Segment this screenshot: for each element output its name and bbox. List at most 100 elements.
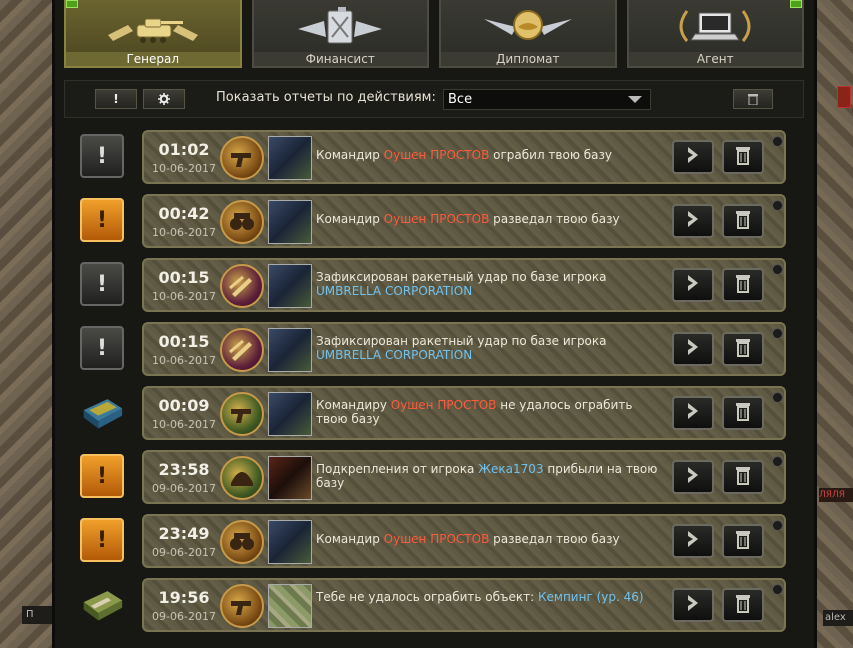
action-filter-select[interactable]: Все [443, 89, 651, 110]
report-message: Командиру Оушен ПРОСТОВ не удалось ограб… [316, 398, 666, 426]
open-report-button[interactable] [672, 588, 714, 622]
report-message-text: Командиру [316, 398, 391, 412]
report-player-link[interactable]: Оушен ПРОСТОВ [391, 398, 497, 412]
open-report-button[interactable] [672, 204, 714, 238]
chevron-right-icon [685, 210, 701, 232]
binoculars-medal-icon [220, 520, 264, 564]
filter-label: Показать отчеты по действиям: [216, 90, 436, 105]
report-player-link[interactable]: UMBRELLA CORPORATION [316, 348, 472, 362]
open-report-button[interactable] [672, 140, 714, 174]
report-player-link[interactable]: Оушен ПРОСТОВ [384, 148, 490, 162]
report-timestamp: 00:42 10-06-2017 [148, 200, 220, 244]
trash-icon [735, 465, 751, 489]
plus-badge [66, 0, 78, 8]
select-report-toggle[interactable] [772, 520, 783, 531]
trash-icon [735, 337, 751, 361]
report-card[interactable]: 00:15 10-06-2017 Зафиксирован ракетный уда… [142, 322, 786, 376]
select-report-toggle[interactable] [772, 584, 783, 595]
trash-icon [747, 90, 759, 109]
select-report-toggle[interactable] [772, 136, 783, 147]
tab-general[interactable]: Генерал [64, 0, 242, 68]
report-card[interactable]: 23:58 09-06-2017 Подкрепления от игрока Же… [142, 450, 786, 504]
open-report-button[interactable] [672, 332, 714, 366]
open-report-button[interactable] [672, 268, 714, 302]
report-card[interactable]: 00:15 10-06-2017 Зафиксирован ракетный уда… [142, 258, 786, 312]
trash-icon [735, 209, 751, 233]
report-card[interactable]: 00:42 10-06-2017 Командир Оушен ПРОСТОВ ра… [142, 194, 786, 248]
report-player-link[interactable]: Оушен ПРОСТОВ [384, 212, 490, 226]
action-filter-value: Все [448, 92, 473, 107]
report-date: 09-06-2017 [152, 482, 216, 495]
tab-agent[interactable]: Агент [626, 0, 804, 68]
trash-icon [735, 273, 751, 297]
soldier-avatar [268, 200, 312, 244]
soldier-avatar [268, 328, 312, 372]
open-report-button[interactable] [672, 524, 714, 558]
tab-agent-label: Агент [628, 52, 802, 66]
chevron-right-icon [685, 338, 701, 360]
delete-report-button[interactable] [722, 268, 764, 302]
report-time: 23:58 [158, 460, 210, 479]
select-report-toggle[interactable] [772, 328, 783, 339]
side-notification-badge[interactable] [837, 86, 851, 108]
trash-icon [735, 593, 751, 617]
unread-alert-icon[interactable]: ! [80, 198, 124, 242]
defense-crate-icon[interactable] [80, 390, 124, 434]
soldier-avatar [268, 392, 312, 436]
delete-report-button[interactable] [722, 588, 764, 622]
select-report-toggle[interactable] [772, 200, 783, 211]
report-player-link[interactable]: Оушен ПРОСТОВ [384, 532, 490, 546]
select-report-toggle[interactable] [772, 392, 783, 403]
report-card[interactable]: 01:02 10-06-2017 Командир Оушен ПРОСТОВ ог… [142, 130, 786, 184]
side-player-label-left: П [22, 606, 52, 624]
report-timestamp: 23:49 09-06-2017 [148, 520, 220, 564]
report-row: ! 00:15 10-06-2017 Зафиксирован ракетный уд… [64, 254, 804, 312]
binoculars-medal-icon [220, 200, 264, 244]
delete-all-button[interactable] [733, 89, 773, 109]
tab-diplomat[interactable]: Дипломат [439, 0, 617, 68]
report-date: 10-06-2017 [152, 354, 216, 367]
delete-report-button[interactable] [722, 332, 764, 366]
report-player-link[interactable]: Жека1703 [478, 462, 543, 476]
select-report-toggle[interactable] [772, 456, 783, 467]
report-card[interactable]: 00:09 10-06-2017 Командиру Оушен ПРОСТОВ н… [142, 386, 786, 440]
report-timestamp: 00:09 10-06-2017 [148, 392, 220, 436]
read-alert-icon[interactable]: ! [80, 134, 124, 178]
alert-filter-button[interactable]: ! [95, 89, 137, 109]
report-message-text: Зафиксирован ракетный удар по базе игрок… [316, 270, 607, 284]
read-alert-icon[interactable]: ! [80, 326, 124, 370]
delete-report-button[interactable] [722, 524, 764, 558]
report-player-link[interactable]: UMBRELLA CORPORATION [316, 284, 472, 298]
unread-alert-icon[interactable]: ! [80, 518, 124, 562]
report-player-link[interactable]: Кемпинг (ур. 46) [538, 590, 644, 604]
report-date: 10-06-2017 [152, 162, 216, 175]
unread-alert-icon[interactable]: ! [80, 454, 124, 498]
delete-report-button[interactable] [722, 204, 764, 238]
report-row: 00:09 10-06-2017 Командиру Оушен ПРОСТОВ н… [64, 382, 804, 440]
open-report-button[interactable] [672, 460, 714, 494]
settings-button[interactable] [143, 89, 185, 109]
chevron-right-icon [685, 466, 701, 488]
select-report-toggle[interactable] [772, 264, 783, 275]
report-message-text: Подкрепления от игрока [316, 462, 479, 476]
tab-financier[interactable]: Финансист [251, 0, 429, 68]
report-card[interactable]: 23:49 09-06-2017 Командир Оушен ПРОСТОВ ра… [142, 514, 786, 568]
report-message-text: разведал твою базу [489, 532, 620, 546]
report-row: 19:56 09-06-2017 Тебе не удалось ограбить … [64, 574, 804, 632]
delete-report-button[interactable] [722, 140, 764, 174]
report-card[interactable]: 19:56 09-06-2017 Тебе не удалось ограбить … [142, 578, 786, 632]
report-message: Тебе не удалось ограбить объект: Кемпинг… [316, 590, 666, 604]
delete-report-button[interactable] [722, 396, 764, 430]
loot-crate-icon[interactable] [80, 582, 124, 626]
side-player-label-right: alex [823, 610, 853, 626]
report-message-text: Командир [316, 212, 384, 226]
chevron-right-icon [685, 402, 701, 424]
report-message: Подкрепления от игрока Жека1703 прибыли … [316, 462, 666, 490]
pistol-medal-icon [220, 584, 264, 628]
read-alert-icon[interactable]: ! [80, 262, 124, 306]
helmet-medal-icon [220, 456, 264, 500]
open-report-button[interactable] [672, 396, 714, 430]
delete-report-button[interactable] [722, 460, 764, 494]
tab-diplomat-label: Дипломат [441, 52, 615, 66]
missile-medal-icon [220, 328, 264, 372]
